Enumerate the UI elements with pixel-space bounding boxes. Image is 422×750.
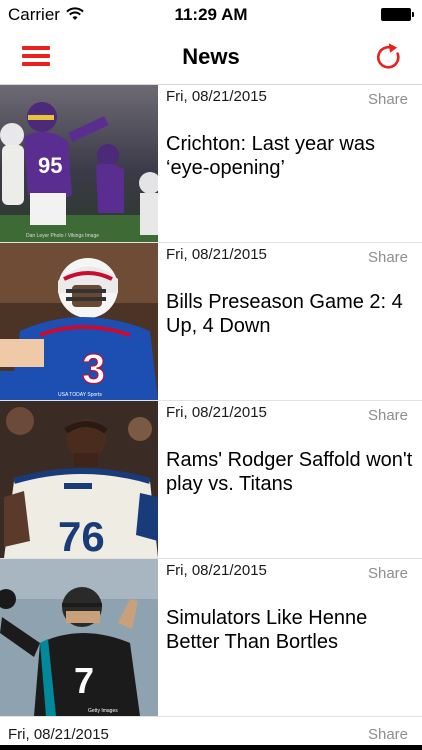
photo-credit: USA TODAY Sports <box>58 392 102 398</box>
news-item[interactable]: 3 USA TODAY Sports Fri, 08/21/2015 Share… <box>0 243 422 401</box>
page-title: News <box>182 44 240 69</box>
svg-text:7: 7 <box>74 660 94 701</box>
news-title[interactable]: Crichton: Last year was ‘eye-opening’ <box>166 132 414 180</box>
news-date: Fri, 08/21/2015 <box>166 562 267 579</box>
refresh-icon[interactable] <box>374 41 402 71</box>
share-button[interactable]: Share <box>368 565 408 582</box>
news-title[interactable]: Simulators Like Henne Better Than Bortle… <box>166 606 414 654</box>
status-bar: Carrier 11:29 AM <box>0 0 422 30</box>
svg-text:3: 3 <box>82 345 105 392</box>
photo-credit: Getty Images <box>88 708 118 714</box>
news-item[interactable]: 7 Getty Images Fri, 08/21/2015 Share Sim… <box>0 559 422 717</box>
news-feed[interactable]: 95 Dan Leyer Photo / Vikings Image Fri, … <box>0 85 422 750</box>
news-item[interactable]: 95 Dan Leyer Photo / Vikings Image Fri, … <box>0 85 422 243</box>
news-date: Fri, 08/21/2015 <box>166 246 267 263</box>
share-button[interactable]: Share <box>368 726 408 743</box>
share-button[interactable]: Share <box>368 91 408 108</box>
news-date: Fri, 08/21/2015 <box>8 726 109 743</box>
news-thumbnail-rams: 76 <box>0 401 158 558</box>
news-date: Fri, 08/21/2015 <box>166 88 267 105</box>
news-thumbnail-vikings: 95 Dan Leyer Photo / Vikings Image <box>0 85 158 242</box>
news-thumbnail-jaguars: 7 Getty Images <box>0 559 158 716</box>
bottom-edge-bar <box>0 745 422 750</box>
battery-icon <box>381 8 414 21</box>
svg-text:76: 76 <box>58 513 105 558</box>
status-time: 11:29 AM <box>174 5 248 24</box>
navigation-bar: News <box>0 30 422 85</box>
share-button[interactable]: Share <box>368 407 408 424</box>
news-thumbnail-bills: 3 USA TODAY Sports <box>0 243 158 400</box>
news-title[interactable]: Bills Preseason Game 2: 4 Up, 4 Down <box>166 290 414 338</box>
news-title[interactable]: Rams' Rodger Saffold won't play vs. Tita… <box>166 448 414 496</box>
photo-credit: Dan Leyer Photo / Vikings Image <box>26 233 99 239</box>
news-item[interactable]: 76 Fri, 08/21/2015 Share Rams' Rodger Sa… <box>0 401 422 559</box>
news-date: Fri, 08/21/2015 <box>166 404 267 421</box>
svg-text:95: 95 <box>38 153 62 178</box>
share-button[interactable]: Share <box>368 249 408 266</box>
